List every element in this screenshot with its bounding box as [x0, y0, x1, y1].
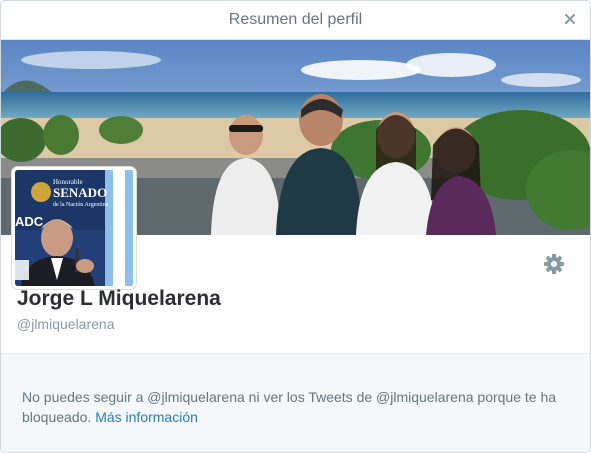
close-icon [565, 14, 575, 24]
avatar-sign-line-3: de la Nación Argentina [53, 202, 109, 208]
more-info-link[interactable]: Más información [95, 409, 198, 425]
gear-icon [544, 254, 564, 274]
blocked-notice-text: No puedes seguir a @jlmiquelarena ni ver… [22, 387, 577, 427]
avatar-image: Honorable SENADO de la Nación Argentina … [15, 170, 133, 286]
close-button[interactable] [562, 11, 578, 27]
profile-summary-modal: Resumen del perfil Honorable SENADO de l… [0, 0, 591, 453]
avatar-sign-left: ADC [15, 214, 44, 229]
modal-header: Resumen del perfil [1, 1, 590, 40]
profile-screen-name[interactable]: @jlmiquelarena [17, 316, 114, 332]
profile-avatar[interactable]: Honorable SENADO de la Nación Argentina … [12, 167, 136, 289]
blocked-notice: No puedes seguir a @jlmiquelarena ni ver… [1, 353, 590, 452]
settings-button[interactable] [541, 251, 567, 277]
modal-title: Resumen del perfil [228, 11, 363, 28]
avatar-sign-line-2: SENADO [53, 185, 107, 200]
profile-display-name[interactable]: Jorge L Miquelarena [17, 287, 221, 311]
